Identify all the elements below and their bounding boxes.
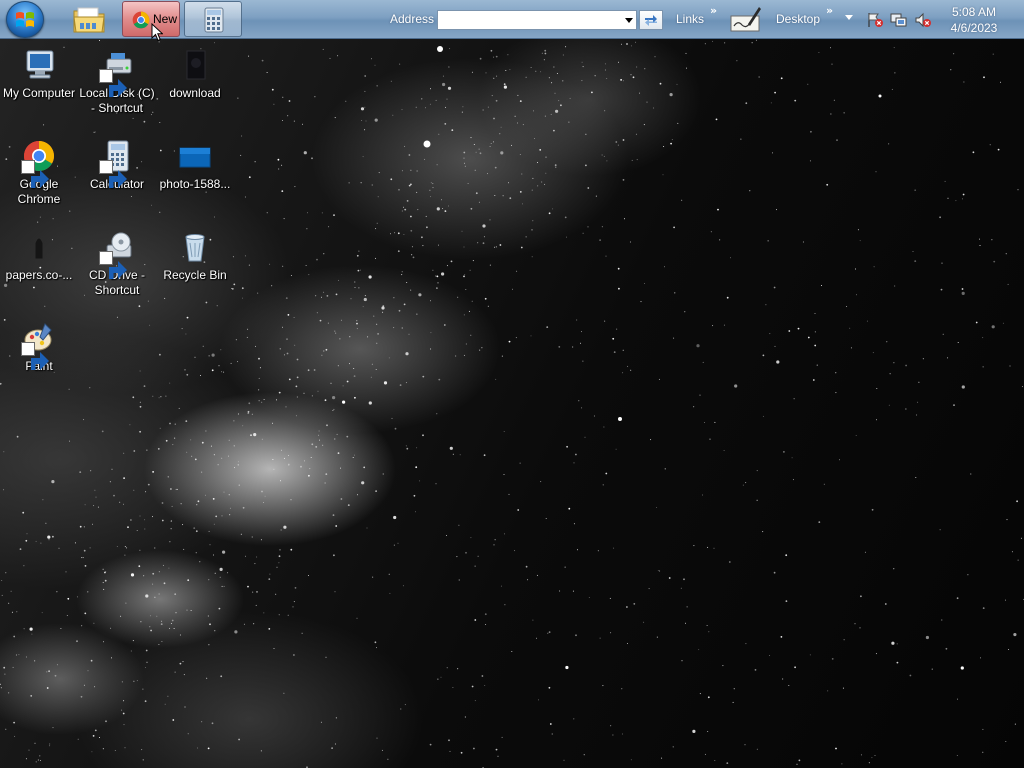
- paint-icon: [21, 320, 57, 370]
- clock-time: 5:08 AM: [951, 5, 997, 19]
- calculator-icon: [204, 7, 224, 33]
- calculator-icon: [99, 138, 135, 188]
- address-toolbar-label: Address: [390, 12, 435, 26]
- chevron-down-icon[interactable]: [845, 15, 853, 20]
- start-button[interactable]: [6, 1, 44, 38]
- desktop-icon-label: papers.co-...: [5, 268, 73, 282]
- hard-drive-icon: [99, 47, 135, 97]
- image-file-icon: [21, 229, 57, 265]
- windows-logo-icon: [16, 12, 34, 27]
- chrome-icon: [21, 138, 57, 188]
- desktop-icon-label: My Computer: [2, 86, 76, 100]
- desktop-icon-label: download: [169, 86, 221, 100]
- shortcut-arrow-icon: [99, 69, 127, 97]
- desktop-wallpaper: My Computer Local Disk (C) - Shortcut do…: [0, 39, 1024, 768]
- desktop-icon-recycle-bin[interactable]: Recycle Bin: [156, 229, 234, 283]
- desktop-icon-cd-drive-shortcut[interactable]: CD Drive - Shortcut: [78, 229, 156, 298]
- desktop-toolbar-label: Desktop: [776, 12, 821, 26]
- shortcut-arrow-icon: [21, 342, 49, 370]
- tablet-input-panel-icon[interactable]: [730, 4, 762, 34]
- desktop-icon-photo[interactable]: photo-1588...: [156, 138, 234, 192]
- cd-drive-icon: [99, 229, 135, 279]
- desktop-icon-my-computer[interactable]: My Computer: [0, 47, 78, 101]
- desktop-icon-label: Recycle Bin: [163, 268, 227, 282]
- go-arrows-icon: [645, 15, 657, 26]
- shortcut-arrow-icon: [99, 160, 127, 188]
- desktop-icon-google-chrome[interactable]: Google Chrome: [0, 138, 78, 207]
- taskbar-calculator[interactable]: [184, 1, 242, 37]
- system-clock[interactable]: 5:08 AM 4/6/2023: [944, 4, 1004, 36]
- taskbar-windows-explorer[interactable]: [62, 1, 118, 37]
- network-icon[interactable]: [890, 12, 908, 28]
- desktop-icon-label: photo-1588...: [159, 177, 231, 191]
- desktop-chevron-icon[interactable]: ››: [826, 4, 833, 17]
- image-file-icon: [177, 47, 213, 83]
- address-dropdown-button[interactable]: [622, 11, 636, 29]
- action-center-flag-icon[interactable]: [866, 12, 884, 28]
- taskbar: New Address Links ›› Desktop ›› 5:08 AM …: [0, 0, 1024, 42]
- desktop-icon-local-disk-shortcut[interactable]: Local Disk (C) - Shortcut: [78, 47, 156, 116]
- address-input[interactable]: [437, 10, 637, 30]
- clock-date: 4/6/2023: [950, 21, 998, 35]
- chrome-icon: [132, 11, 150, 29]
- desktop-icon-calculator[interactable]: Calculator: [78, 138, 156, 192]
- computer-icon: [21, 47, 57, 83]
- folder-icon: [73, 7, 105, 33]
- desktop-icon-download[interactable]: download: [156, 47, 234, 101]
- system-tray: [866, 12, 932, 28]
- recycle-bin-icon: [177, 229, 213, 265]
- desktop-icon-paint[interactable]: Paint: [0, 320, 78, 374]
- volume-muted-icon[interactable]: [914, 12, 932, 28]
- links-toolbar-label: Links: [676, 12, 705, 26]
- desktop-icon-papers[interactable]: papers.co-...: [0, 229, 78, 283]
- mouse-cursor-icon: [151, 23, 163, 42]
- image-file-icon: [177, 138, 213, 174]
- shortcut-arrow-icon: [99, 251, 127, 279]
- chevron-down-icon: [625, 17, 633, 23]
- address-go-button[interactable]: [639, 10, 663, 30]
- links-chevron-icon[interactable]: ››: [710, 4, 717, 17]
- shortcut-arrow-icon: [21, 160, 49, 188]
